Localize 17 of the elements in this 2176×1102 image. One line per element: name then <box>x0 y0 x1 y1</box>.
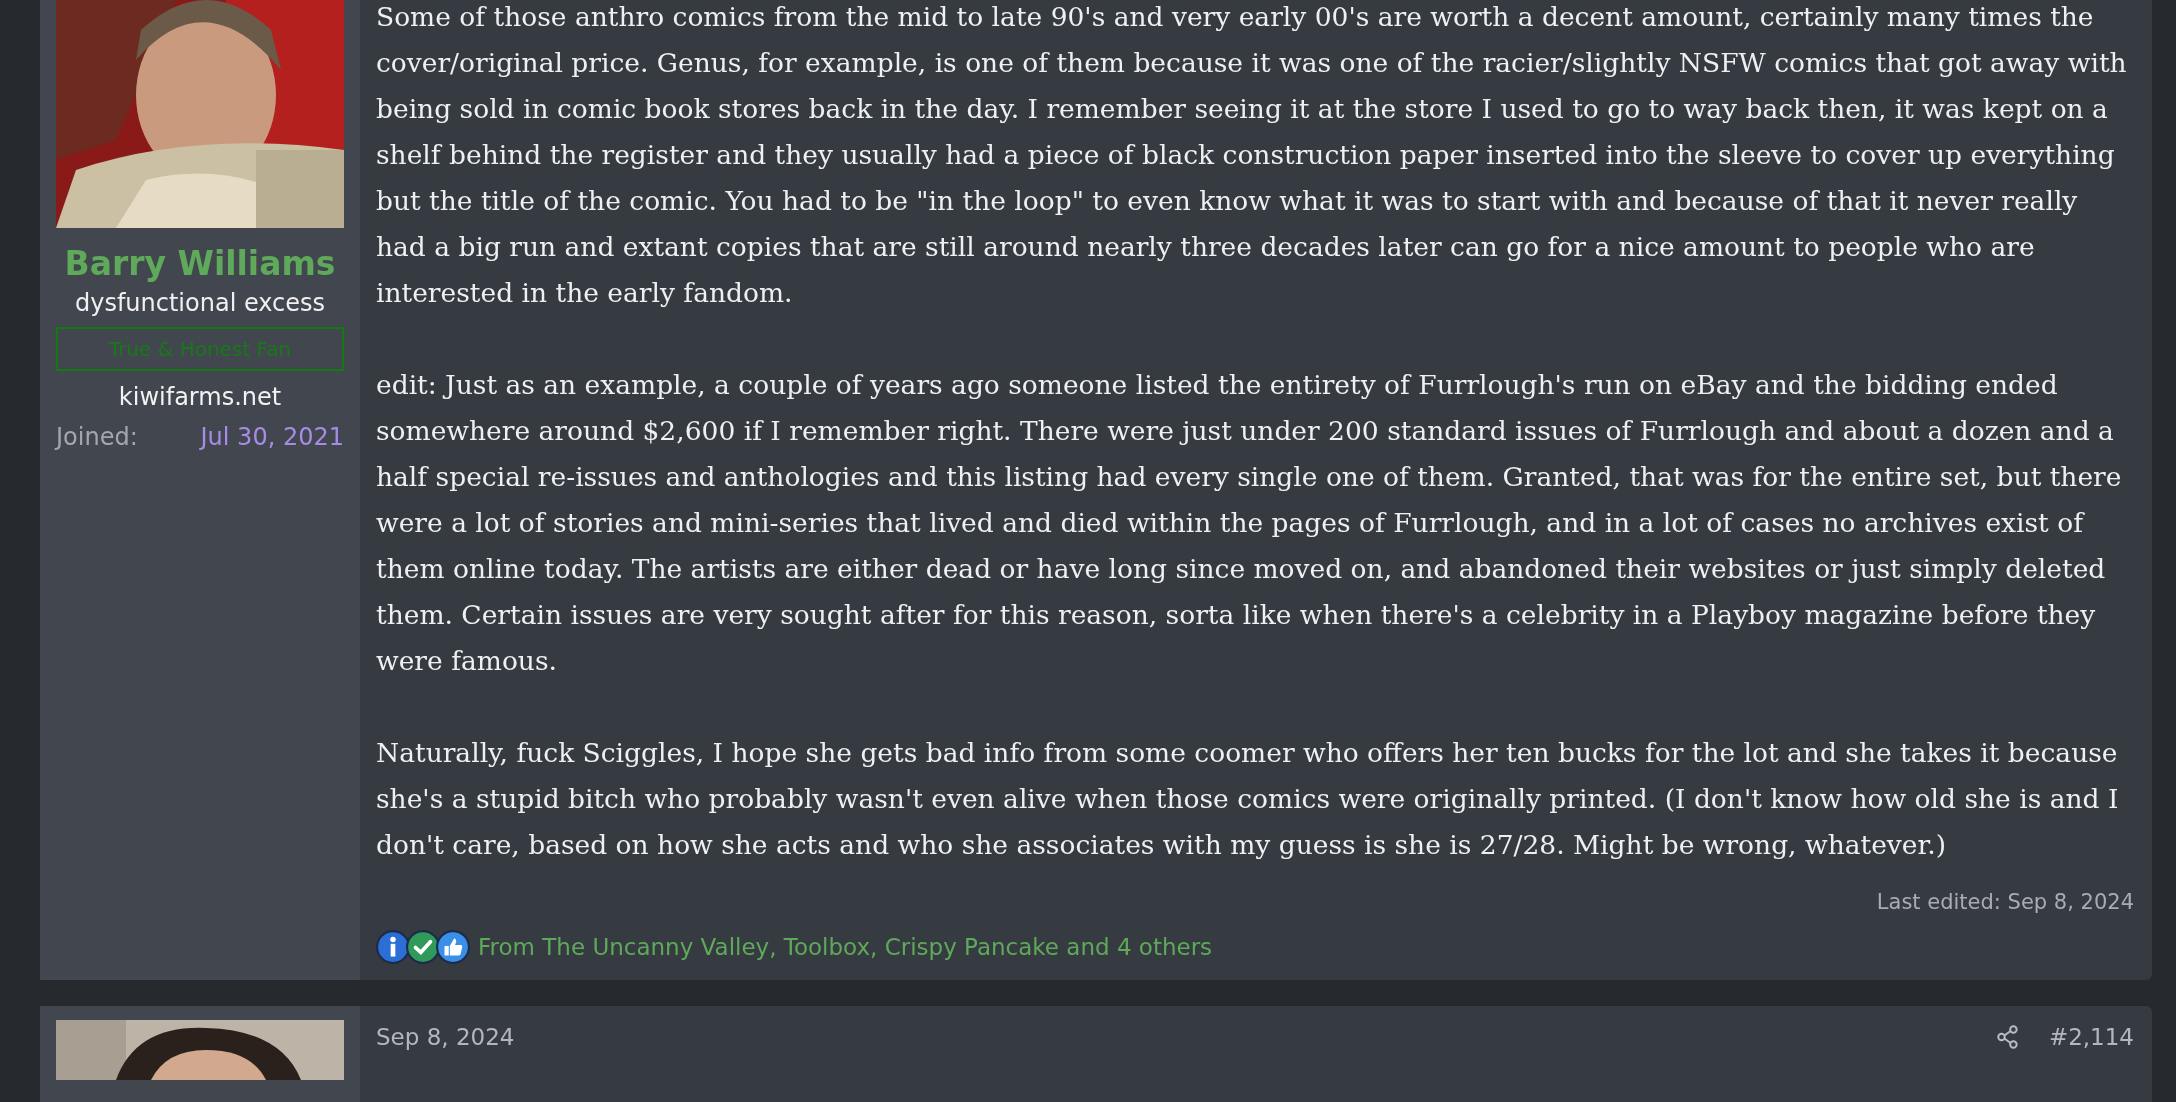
post-paragraph: edit: Just as an example, a couple of years ago someone listed the entirety of Furrlough's run on eBay and the bidding ended somewhere around $2,600 if I remember right. There were just under 200 standard issues of Furrlough and about a dozen and a half special re-issues and anthologies and this listing had every single one of them. Granted, that was for the entire set, but there were a lot of stories and mini-series that lived and died within the pages of Furrlough, and in a lot of cases no archives exist of them online today. The artists are either dead or have long since moved on, and abandoned their websites or just simply deleted them. Certain issues are very sought after for this reason, sorta like when there's a celebrity in a Playboy magazine before they were famous. <box>376 368 2123 678</box>
checkmark-icon <box>406 930 440 964</box>
post-paragraph: Naturally, fuck Sciggles, I hope she gets bad info from some coomer who offers her ten bucks for the lot and she takes it because she's a stupid bitch who probably wasn't even alive when those comics were originally printed. (I don't know how old she is and I don't care, based on how she acts and who she associates with my guess is she is 27/28. Might be wrong, whatever.) <box>376 736 2120 862</box>
user-banner: True & Honest Fan <box>56 327 344 371</box>
post-date[interactable]: Sep 8, 2024 <box>376 1024 515 1050</box>
username[interactable]: Barry Williams <box>64 244 336 283</box>
joined-date: Jul 30, 2021 <box>200 423 344 451</box>
reaction-summary[interactable]: From The Uncanny Valley, Toolbox, Crispy Pancake and 4 others <box>478 934 1213 960</box>
post-paragraph: Some of those anthro comics from the mid to late 90's and very early 00's are worth a decent amount, certainly many times the cover/original price. Genus, for example, is one of them because it was one of the racier/slightly NSFW comics that got away with being sold in comic book stores back in the day. I remember seeing it at the store I used to go to way back then, it was kept on a shelf behind the register and they usually had a piece of black construction paper inserted into the sleeve to cover up everything but the title of the comic. You had to be "in the loop" to even know what it was to start with and because of that it never really had a big run and extant copies that are still around nearly three decades later can go for a nice amount to people who are interested in the early fandom. <box>376 0 2128 310</box>
user-website: kiwifarms.net <box>118 383 282 411</box>
last-edited: Last edited: Sep 8, 2024 <box>1875 890 2134 914</box>
post-number[interactable]: #2,114 <box>2048 1024 2134 1050</box>
info-icon <box>376 930 410 964</box>
joined-label: Joined: <box>56 423 138 451</box>
thumbs-up-icon <box>436 930 470 964</box>
user-title: dysfunctional excess <box>74 289 326 317</box>
share-icon[interactable] <box>1994 1024 2021 1050</box>
